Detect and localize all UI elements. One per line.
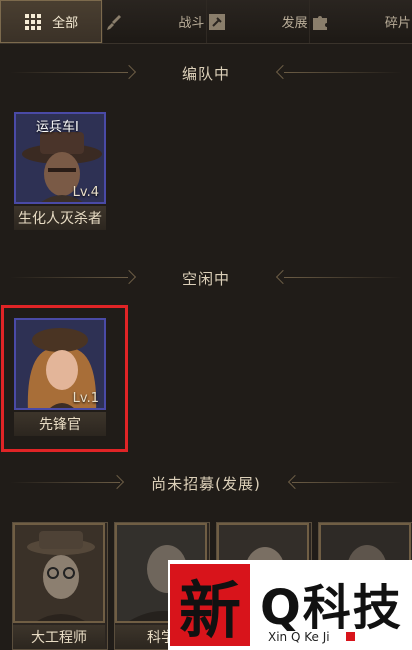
hero-portrait: Lv.1 xyxy=(14,318,106,410)
tab-label: 发展 xyxy=(281,16,308,31)
hero-portrait: 运兵车I Lv.4 xyxy=(14,112,106,204)
tab-label: 战斗 xyxy=(178,16,205,31)
divider xyxy=(10,72,128,73)
hero-level: Lv.1 xyxy=(72,391,99,406)
section-header-formation: 编队中 xyxy=(0,58,412,88)
divider-ornament xyxy=(121,269,137,285)
divider xyxy=(292,482,402,483)
sword-icon xyxy=(104,13,122,31)
hero-name: 先锋官 xyxy=(14,412,106,436)
section-title: 尚未招募(发展) xyxy=(151,474,261,493)
puzzle-icon xyxy=(311,13,329,31)
unrecruited-hero-card[interactable]: 大工程师 xyxy=(12,522,108,650)
watermark: 新 Q科技 Xin Q Ke Ji xyxy=(168,560,412,650)
watermark-subtitle: Xin Q Ke Ji xyxy=(268,630,330,644)
section-title: 空闲中 xyxy=(181,269,230,288)
divider xyxy=(284,277,402,278)
watermark-title: Q科技 xyxy=(260,580,403,636)
divider xyxy=(10,482,120,483)
section-title: 编队中 xyxy=(181,64,230,83)
tab-label: 碎片 xyxy=(384,16,411,31)
hero-name: 大工程师 xyxy=(13,625,105,649)
hero-name: 生化人灭杀者 xyxy=(14,206,106,230)
divider xyxy=(284,72,402,73)
watermark-dot xyxy=(346,632,355,641)
divider xyxy=(10,277,128,278)
section-header-unrecruited: 尚未招募(发展) xyxy=(0,468,412,498)
tab-all[interactable]: 全部 xyxy=(0,0,104,43)
section-header-idle: 空闲中 xyxy=(0,263,412,293)
hero-level: Lv.4 xyxy=(72,185,99,200)
category-tabbar: 全部 战斗 发展 碎片 xyxy=(0,0,412,44)
watermark-logo: 新 xyxy=(170,564,250,647)
hammer-icon xyxy=(208,13,226,31)
unit-tag: 运兵车I xyxy=(36,120,79,135)
divider-ornament xyxy=(109,474,125,490)
hero-image xyxy=(15,525,103,621)
tab-label: 全部 xyxy=(52,16,79,31)
tab-combat[interactable]: 战斗 xyxy=(103,0,207,43)
tab-development[interactable]: 发展 xyxy=(207,0,310,43)
grid-icon xyxy=(24,13,42,31)
tab-fragments[interactable]: 碎片 xyxy=(310,0,412,43)
hero-portrait xyxy=(13,523,105,623)
divider-ornament xyxy=(121,64,137,80)
